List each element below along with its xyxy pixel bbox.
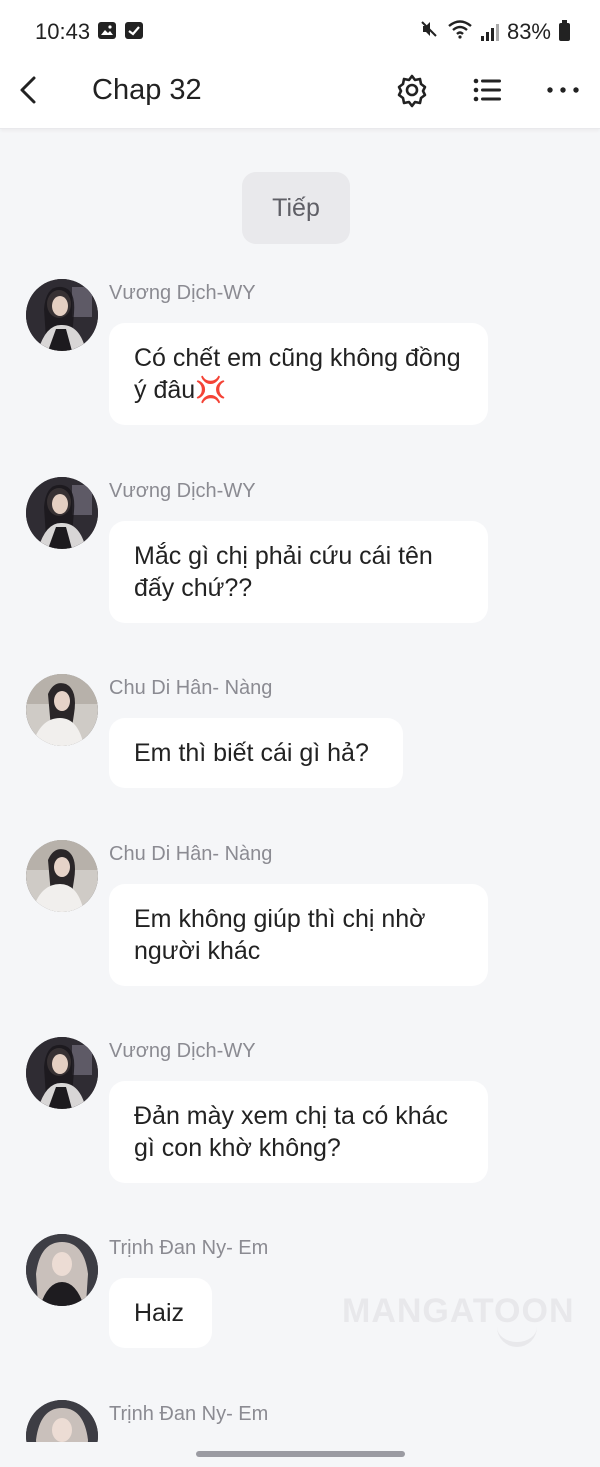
message-bubble: Mắc gì chị phải cứu cái tên đấy chứ??: [109, 521, 488, 623]
home-indicator[interactable]: [196, 1451, 405, 1457]
app-bar: Chap 32: [0, 62, 600, 129]
status-bar: 10:43 83%: [0, 0, 600, 62]
chat-message: Trịnh Đan Ny- Em: [0, 1400, 600, 1442]
next-button[interactable]: Tiếp: [242, 172, 350, 244]
mute-icon: [419, 19, 439, 45]
checkbox-icon: [125, 22, 143, 39]
watermark: MANGATOON: [342, 1292, 575, 1330]
sender-name: Trịnh Đan Ny- Em: [109, 1237, 269, 1259]
battery-percent: 83%: [506, 19, 551, 44]
sender-name: Vương Dịch-WY: [109, 282, 256, 304]
wifi-icon: [447, 19, 473, 45]
gallery-icon: [98, 22, 116, 39]
signal-icon: [480, 23, 499, 41]
settings-button[interactable]: [394, 72, 430, 108]
sender-name: Vương Dịch-WY: [109, 1040, 256, 1062]
more-icon: [547, 87, 579, 93]
back-arrow-icon: [20, 76, 36, 104]
status-right-icons: 83%: [419, 19, 570, 45]
message-bubble: Em không giúp thì chị nhờ người khác: [109, 884, 488, 986]
list-icon: [473, 78, 501, 102]
gear-icon: [397, 74, 427, 108]
avatar[interactable]: [26, 1234, 98, 1306]
battery-icon: [559, 20, 570, 41]
avatar[interactable]: [26, 840, 98, 912]
sender-name: Vương Dịch-WY: [109, 480, 256, 502]
sender-name: Chu Di Hân- Nàng: [109, 843, 273, 865]
sender-name: Chu Di Hân- Nàng: [109, 677, 273, 699]
more-button[interactable]: [543, 72, 583, 108]
message-bubble: Có chết em cũng không đồng ý đâu💢: [109, 323, 488, 425]
status-time: 10:43: [35, 19, 91, 44]
message-bubble: Haiz: [109, 1278, 212, 1348]
chapter-list-button[interactable]: [470, 72, 506, 108]
message-bubble: Em thì biết cái gì hả?: [109, 718, 403, 788]
avatar[interactable]: [26, 279, 98, 351]
avatar[interactable]: [26, 477, 98, 549]
watermark-smile-icon: [497, 1324, 537, 1347]
avatar[interactable]: [26, 1037, 98, 1109]
page-title: Chap 32: [92, 74, 202, 106]
back-button[interactable]: [14, 70, 44, 110]
avatar[interactable]: [26, 1400, 98, 1442]
message-bubble: Đản mày xem chị ta có khác gì con khờ kh…: [109, 1081, 488, 1183]
avatar[interactable]: [26, 674, 98, 746]
sender-name: Trịnh Đan Ny- Em: [109, 1403, 269, 1425]
